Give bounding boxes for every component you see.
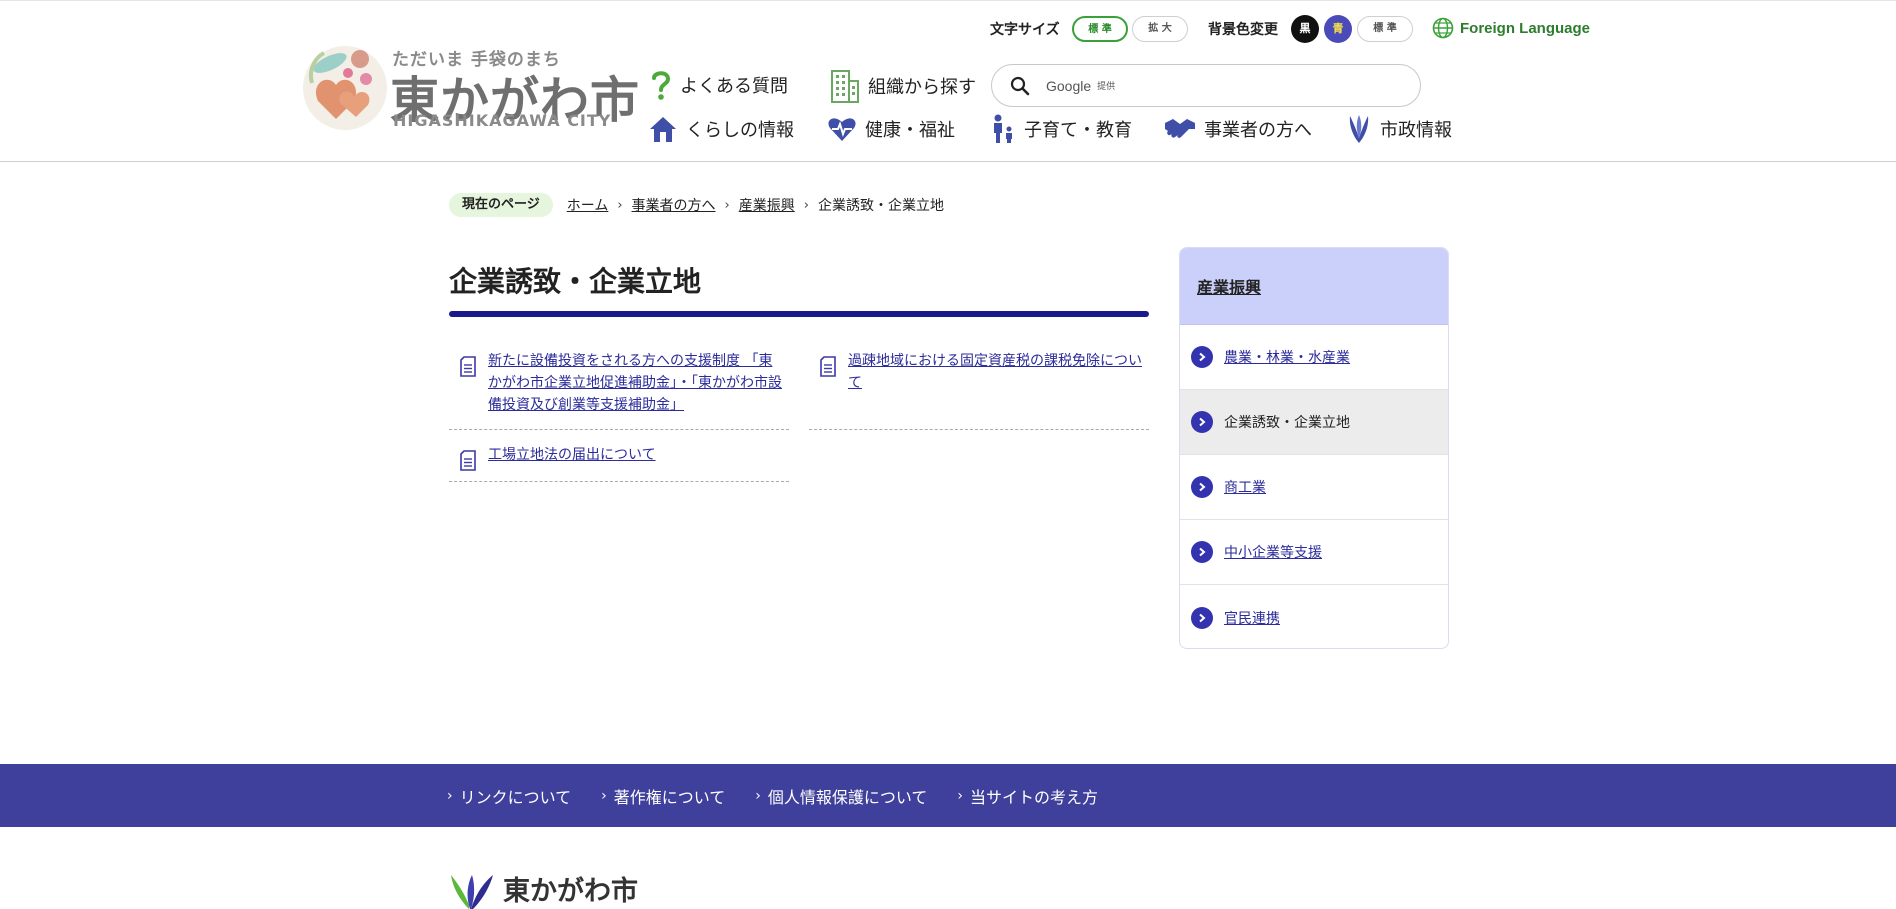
footer-bar: › リンクについて › 著作権について › 個人情報保護について › 当サイトの…: [0, 764, 1896, 827]
site-header: ただいま 手袋のまち 東かがわ市 HIGASHIKAGAWA CITY 文字サイ…: [0, 0, 1896, 162]
sidebar-item-label[interactable]: 官民連携: [1224, 608, 1280, 628]
chevron-right-icon: [1191, 541, 1213, 563]
footer-link-label: 個人情報保護について: [767, 787, 928, 807]
sidebar: 産業振興 農業・林業・水産業 企業誘致・企業立地 商工業 中小企業等支援 官民連…: [1179, 247, 1449, 649]
site-logo[interactable]: ただいま 手袋のまち 東かがわ市 HIGASHIKAGAWA CITY: [300, 41, 639, 136]
org-search-link[interactable]: 組織から探す: [830, 69, 976, 103]
chevron-right-icon: [1191, 346, 1213, 368]
sidebar-title-link[interactable]: 産業振興: [1197, 274, 1261, 298]
search-icon: [1010, 76, 1030, 95]
chevron-right-icon: [1191, 476, 1213, 498]
faq-link[interactable]: よくある質問: [650, 69, 788, 101]
city-emblem-icon: [1346, 114, 1372, 144]
sidebar-item-corporate-siting[interactable]: 企業誘致・企業立地: [1180, 390, 1448, 455]
sidebar-item-public-private[interactable]: 官民連携: [1180, 585, 1448, 648]
chevron-right-icon: [1191, 411, 1213, 433]
question-mark-icon: [650, 69, 672, 101]
breadcrumb-home[interactable]: ホーム: [567, 195, 609, 215]
footer-link-label: リンクについて: [459, 787, 572, 807]
breadcrumb-current: 企業誘致・企業立地: [817, 198, 944, 214]
breadcrumb-industry[interactable]: 産業振興: [739, 195, 795, 215]
font-size-standard-button[interactable]: 標 準: [1072, 16, 1128, 42]
city-emblem-icon: [451, 875, 493, 909]
document-icon: [820, 356, 836, 377]
building-icon: [830, 69, 860, 103]
footer-links: › リンクについて › 著作権について › 個人情報保護について › 当サイトの…: [447, 764, 1128, 827]
logo-city-name-en: HIGASHIKAGAWA CITY: [393, 111, 612, 130]
nav-city-info[interactable]: 市政情報: [1346, 113, 1452, 145]
article-link[interactable]: 工場立地法の届出について: [488, 444, 656, 466]
nav-city-info-label: 市政情報: [1380, 120, 1452, 141]
footer-link-site-policy[interactable]: › 当サイトの考え方: [957, 784, 1098, 808]
sidebar-item-sme-support[interactable]: 中小企業等支援: [1180, 520, 1448, 585]
nav-childcare-education[interactable]: 子育て・教育: [990, 113, 1132, 145]
bg-standard-button[interactable]: 標 準: [1357, 16, 1413, 42]
chevron-right-icon: ›: [617, 197, 623, 213]
breadcrumb: 現在のページ ホーム › 事業者の方へ › 産業振興 › 企業誘致・企業立地: [449, 193, 944, 217]
font-size-large-button[interactable]: 拡 大: [1132, 16, 1188, 42]
footer-link-privacy[interactable]: › 個人情報保護について: [755, 784, 927, 808]
foreign-language-label: Foreign Language: [1460, 19, 1591, 37]
footer-link-label: 当サイトの考え方: [970, 787, 1099, 807]
sidebar-header: 産業振興: [1180, 248, 1448, 325]
house-icon: [648, 115, 678, 143]
city-mascot-logo-icon: [303, 46, 387, 130]
nav-childcare-education-label: 子育て・教育: [1024, 120, 1132, 141]
document-icon: [460, 450, 476, 471]
sidebar-item-label[interactable]: 商工業: [1224, 477, 1266, 497]
chevron-right-icon: ›: [447, 787, 453, 804]
nav-business[interactable]: 事業者の方へ: [1164, 113, 1312, 145]
page-title: 企業誘致・企業立地: [449, 265, 702, 298]
search-provider-suffix: 提供: [1097, 82, 1116, 92]
site-search-input[interactable]: Google 提供: [991, 64, 1421, 107]
nav-living-label: くらしの情報: [686, 120, 794, 141]
sidebar-item-label[interactable]: 農業・林業・水産業: [1224, 347, 1350, 367]
nav-business-label: 事業者の方へ: [1204, 120, 1312, 141]
handshake-icon: [1164, 115, 1196, 143]
title-underline: [449, 311, 1149, 317]
footer-logo: 東かがわ市: [449, 875, 638, 909]
search-provider-label: Google: [1046, 77, 1092, 94]
globe-icon: [1432, 17, 1454, 39]
sidebar-item-label: 企業誘致・企業立地: [1224, 415, 1350, 431]
bg-blue-button[interactable]: 青: [1324, 15, 1352, 43]
footer-link-label: 著作権について: [613, 787, 726, 807]
faq-label: よくある質問: [680, 76, 788, 97]
article-link[interactable]: 新たに設備投資をされる方への支援制度 「東かがわ市企業立地促進補助金」・「東かが…: [488, 350, 784, 416]
chevron-right-icon: [1191, 606, 1213, 629]
nav-health-welfare[interactable]: 健康・福祉: [827, 113, 955, 145]
list-item: 新たに設備投資をされる方への支援制度 「東かがわ市企業立地促進補助金」・「東かが…: [449, 350, 789, 430]
breadcrumb-label: 現在のページ: [449, 193, 553, 217]
foreign-language-link[interactable]: Foreign Language: [1432, 17, 1590, 39]
footer-link-links[interactable]: › リンクについて: [447, 784, 571, 808]
chevron-right-icon: ›: [957, 787, 964, 804]
heart-pulse-icon: [827, 115, 857, 143]
sidebar-item-agriculture[interactable]: 農業・林業・水産業: [1180, 325, 1448, 390]
list-item: 工場立地法の届出について: [449, 444, 789, 482]
breadcrumb-business[interactable]: 事業者の方へ: [632, 195, 716, 215]
chevron-right-icon: ›: [724, 197, 730, 213]
nav-health-welfare-label: 健康・福祉: [865, 120, 955, 141]
article-link[interactable]: 過疎地域における固定資産税の課税免除について: [848, 350, 1144, 394]
font-size-label: 文字サイズ: [990, 22, 1060, 38]
org-search-label: 組織から探す: [868, 77, 976, 98]
chevron-right-icon: ›: [803, 197, 809, 213]
chevron-right-icon: ›: [601, 787, 607, 804]
chevron-right-icon: ›: [755, 787, 761, 804]
footer-city-name: 東かがわ市: [503, 876, 638, 907]
parent-child-icon: [990, 114, 1016, 144]
list-item: 過疎地域における固定資産税の課税免除について: [809, 350, 1149, 430]
background-color-label: 背景色変更: [1208, 22, 1278, 38]
sidebar-item-label[interactable]: 中小企業等支援: [1224, 542, 1322, 562]
document-icon: [460, 356, 476, 377]
nav-living[interactable]: くらしの情報: [648, 113, 794, 145]
footer-link-copyright[interactable]: › 著作権について: [601, 784, 725, 808]
sidebar-item-commerce[interactable]: 商工業: [1180, 455, 1448, 520]
bg-black-button[interactable]: 黒: [1291, 15, 1319, 43]
